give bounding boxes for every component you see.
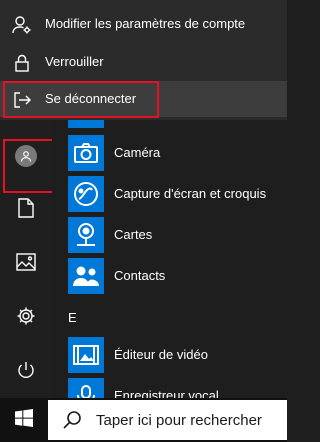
account-avatar-button[interactable]: [0, 134, 55, 193]
search-icon: [62, 410, 82, 430]
app-snip-sketch[interactable]: Capture d'écran et croquis: [52, 174, 287, 214]
app-label: Cartes: [114, 227, 153, 242]
maps-icon: [68, 217, 104, 253]
settings-button[interactable]: [0, 296, 52, 340]
lock-item[interactable]: Verrouiller: [0, 44, 287, 80]
app-label: Caméra: [114, 145, 161, 160]
start-left-rail: [0, 120, 55, 398]
pictures-button[interactable]: [0, 242, 52, 286]
lock-label: Verrouiller: [45, 54, 104, 69]
person-settings-icon: [12, 15, 32, 35]
document-icon: [17, 197, 35, 223]
app-contacts[interactable]: Contacts: [52, 256, 287, 296]
app-video-editor[interactable]: Éditeur de vidéo: [52, 335, 287, 375]
settings-gear-icon: [16, 306, 36, 331]
account-flyout-menu: Modifier les paramètres de compte Verrou…: [0, 0, 287, 120]
app-list: Caméra Capture d'écran et croquis Cartes: [52, 120, 287, 398]
lock-icon: [12, 53, 32, 73]
people-icon: [68, 258, 104, 294]
power-button[interactable]: [0, 350, 52, 394]
power-icon: [16, 360, 36, 385]
change-account-settings-label: Modifier les paramètres de compte: [45, 16, 246, 31]
app-label: Enregistreur vocal: [114, 388, 219, 398]
windows-logo-icon: [15, 408, 33, 432]
app-camera[interactable]: Caméra: [52, 133, 287, 173]
documents-button[interactable]: [0, 188, 52, 232]
video-editor-icon: [68, 337, 104, 373]
change-account-settings-item[interactable]: Modifier les paramètres de compte: [0, 6, 287, 42]
sign-out-label: Se déconnecter: [45, 91, 137, 106]
snip-sketch-icon: [68, 176, 104, 212]
app-maps[interactable]: Cartes: [52, 215, 287, 255]
taskbar: Taper ici pour rechercher: [0, 398, 287, 442]
start-button[interactable]: [0, 398, 48, 442]
pictures-icon: [16, 252, 36, 276]
taskbar-search-box[interactable]: Taper ici pour rechercher: [48, 400, 287, 440]
search-placeholder: Taper ici pour rechercher: [96, 412, 262, 429]
app-label: Contacts: [114, 268, 166, 283]
voice-recorder-icon: [68, 378, 104, 398]
sign-out-item[interactable]: Se déconnecter: [0, 81, 287, 118]
sign-out-icon: [12, 90, 32, 110]
camera-icon: [68, 135, 104, 171]
partial-app-tile: [68, 120, 104, 128]
app-label: Éditeur de vidéo: [114, 347, 208, 362]
app-label: Capture d'écran et croquis: [114, 186, 267, 201]
app-voice-recorder[interactable]: Enregistreur vocal: [52, 376, 287, 398]
avatar-icon: [15, 145, 37, 167]
section-header-e[interactable]: E: [68, 310, 77, 325]
